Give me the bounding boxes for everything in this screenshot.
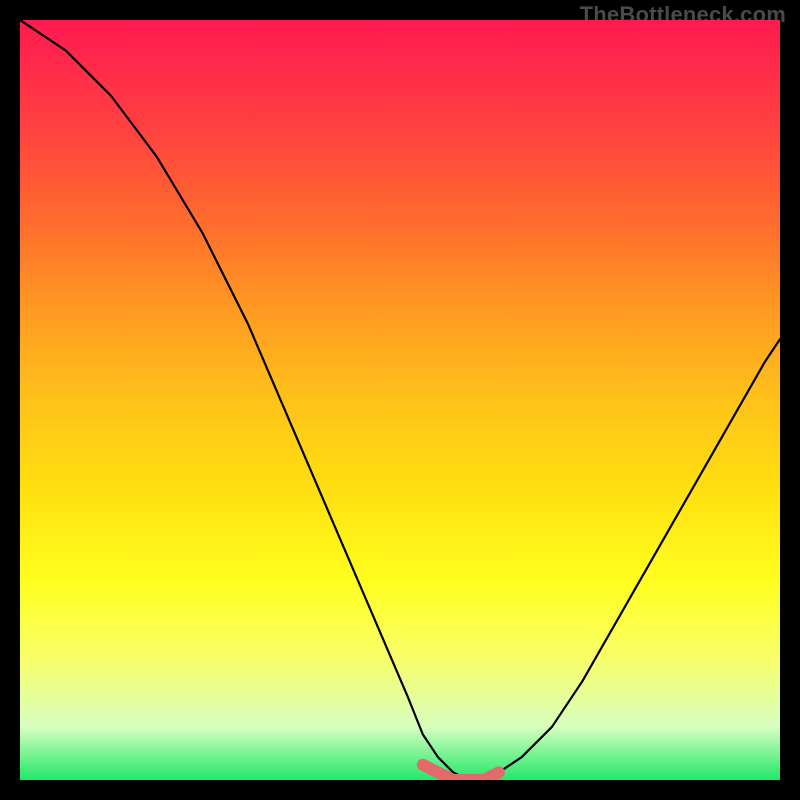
plot-area	[20, 20, 780, 780]
chart-svg	[20, 20, 780, 780]
chart-frame: TheBottleneck.com	[0, 0, 800, 800]
bottleneck-curve-path	[20, 20, 780, 780]
highlight-band-path	[423, 765, 499, 780]
